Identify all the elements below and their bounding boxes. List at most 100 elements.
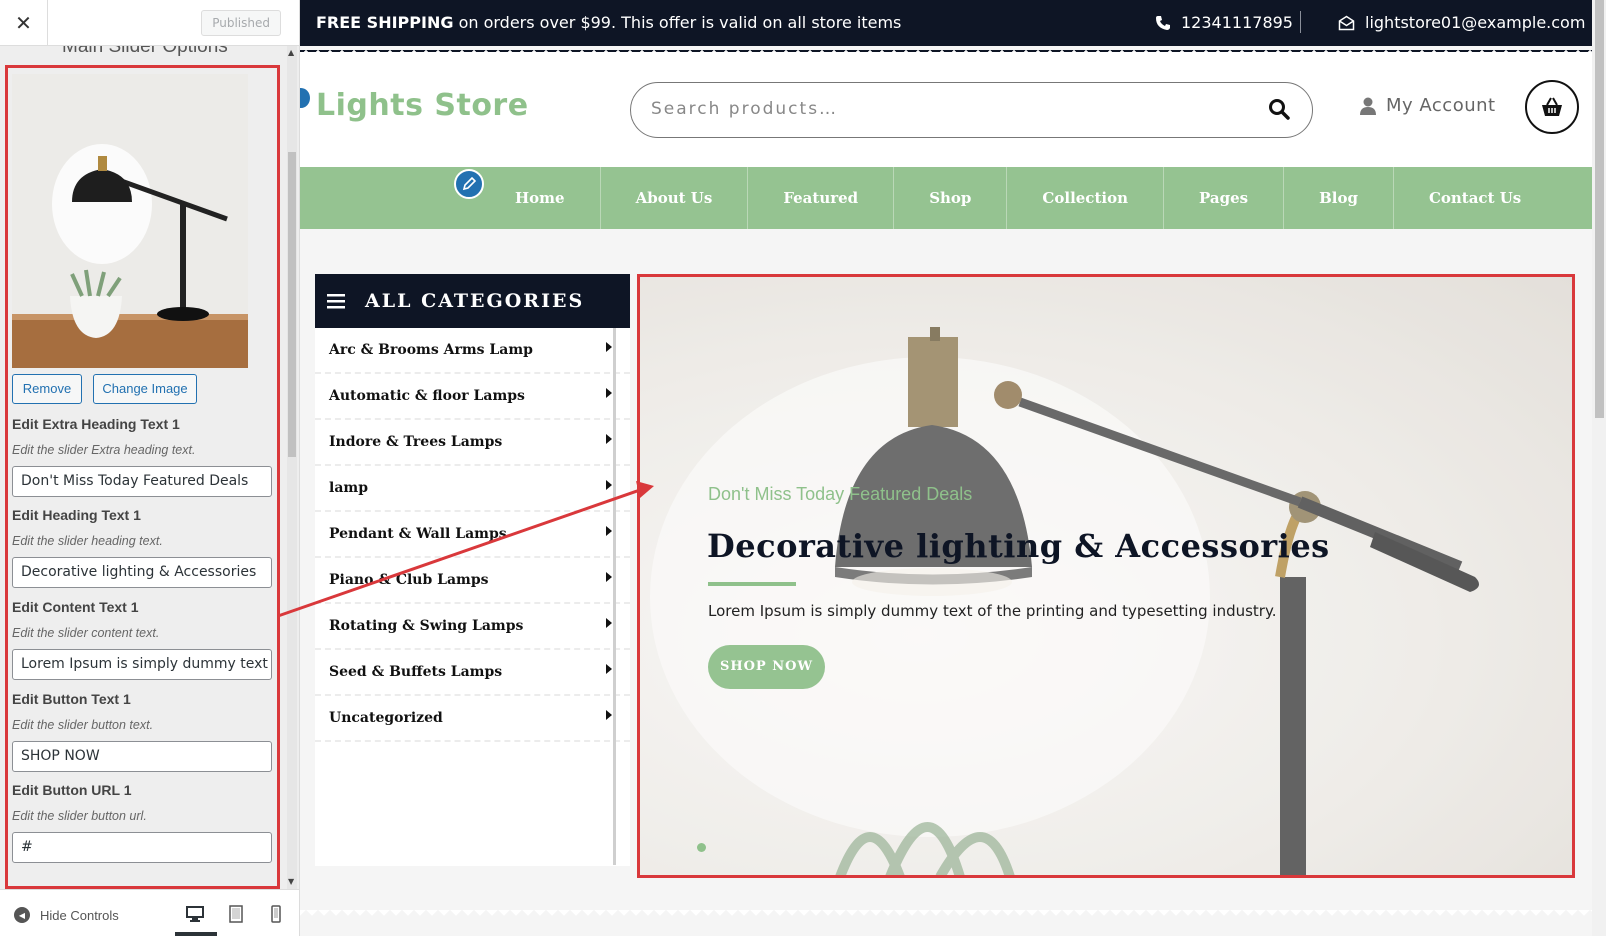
field-description: Edit the slider button text. (12, 718, 154, 732)
category-label: Indore & Trees Lamps (329, 434, 503, 450)
caret-right-icon (606, 342, 612, 352)
field-label: Edit Heading Text 1 (12, 507, 141, 523)
my-account-link[interactable]: My Account (1360, 95, 1496, 116)
hide-controls-label: Hide Controls (40, 907, 119, 923)
field-description: Edit the slider content text. (12, 626, 160, 640)
hamburger-icon (327, 294, 345, 309)
basket-icon (1542, 97, 1562, 116)
nav-item-shop[interactable]: Shop (894, 167, 1008, 229)
customizer-body: Main Slider Options Remove Change Image … (0, 46, 300, 889)
divider (1300, 11, 1301, 33)
category-label: Rotating & Swing Lamps (329, 618, 524, 634)
main-slider: Don't Miss Today Featured Deals Decorati… (637, 274, 1575, 878)
site-preview: FREE SHIPPING on orders over $99. This o… (300, 0, 1592, 936)
slider-background-image (640, 277, 1572, 875)
field-label: Edit Content Text 1 (12, 599, 139, 615)
scroll-up-icon[interactable]: ▲ (288, 48, 294, 57)
nav-item-collection[interactable]: Collection (1007, 167, 1164, 229)
category-item[interactable]: Piano & Club Lamps (315, 558, 630, 604)
caret-right-icon (606, 526, 612, 536)
button-text-input[interactable]: SHOP NOW (12, 741, 272, 772)
main-navigation: Home About Us Featured Shop Collection P… (300, 167, 1592, 229)
field-label: Edit Button URL 1 (12, 782, 132, 798)
category-label: Automatic & floor Lamps (329, 388, 525, 404)
shipping-text: on orders over $99. This offer is valid … (453, 13, 902, 32)
phone-contact[interactable]: 12341117895 (1155, 13, 1293, 32)
email-contact[interactable]: lightstore01@example.com (1338, 13, 1585, 32)
category-header[interactable]: ALL CATEGORIES (315, 274, 630, 328)
hide-controls-button[interactable]: ◀ Hide Controls (14, 907, 119, 923)
search-icon[interactable] (1268, 98, 1290, 120)
caret-right-icon (606, 572, 612, 582)
category-item[interactable]: Pendant & Wall Lamps (315, 512, 630, 558)
category-label: lamp (329, 480, 368, 496)
edit-shortcut-icon[interactable] (300, 86, 312, 110)
category-item[interactable]: Arc & Brooms Arms Lamp (315, 328, 630, 374)
edit-shortcut-icon[interactable] (454, 169, 484, 199)
category-item[interactable]: Automatic & floor Lamps (315, 374, 630, 420)
caret-right-icon (606, 664, 612, 674)
nav-item-featured[interactable]: Featured (748, 167, 895, 229)
heading-underline (708, 582, 796, 586)
search-input[interactable]: Search products… (651, 99, 838, 119)
customizer-footer: ◀ Hide Controls (0, 889, 299, 936)
slider-image-preview[interactable] (12, 74, 248, 368)
content-input[interactable]: Lorem Ipsum is simply dummy text of the … (12, 649, 272, 680)
button-url-input[interactable]: # (12, 832, 272, 863)
nav-item-pages[interactable]: Pages (1164, 167, 1285, 229)
field-extra-heading: Edit Extra Heading Text 1 Edit the slide… (12, 414, 272, 497)
desktop-preview-icon[interactable] (185, 902, 205, 926)
caret-right-icon (606, 710, 612, 720)
scroll-down-icon[interactable]: ▼ (288, 877, 294, 886)
nav-menu: Home About Us Featured Shop Collection P… (480, 167, 1556, 229)
category-item[interactable]: Seed & Buffets Lamps (315, 650, 630, 696)
cart-button[interactable] (1525, 80, 1579, 134)
category-item[interactable]: Uncategorized (315, 696, 630, 742)
field-heading: Edit Heading Text 1 Edit the slider head… (12, 505, 272, 588)
field-label: Edit Button Text 1 (12, 691, 131, 707)
remove-image-button[interactable]: Remove (12, 374, 82, 404)
category-item[interactable]: Indore & Trees Lamps (315, 420, 630, 466)
active-device-indicator (175, 932, 217, 936)
category-label: Seed & Buffets Lamps (329, 664, 503, 680)
slider-pagination-dot[interactable] (697, 843, 706, 852)
category-item[interactable]: lamp (315, 466, 630, 512)
publish-button[interactable]: Published (201, 10, 281, 36)
zigzag-border (300, 44, 1592, 52)
category-label: Piano & Club Lamps (329, 572, 489, 588)
collapse-icon: ◀ (14, 907, 30, 923)
change-image-button[interactable]: Change Image (93, 374, 197, 404)
close-icon[interactable]: ✕ (0, 0, 48, 46)
field-description: Edit the slider button url. (12, 809, 147, 823)
category-item[interactable]: Rotating & Swing Lamps (315, 604, 630, 650)
mobile-preview-icon[interactable] (266, 902, 286, 926)
nav-item-blog[interactable]: Blog (1284, 167, 1394, 229)
caret-right-icon (606, 388, 612, 398)
nav-item-about[interactable]: About Us (601, 167, 749, 229)
site-logo[interactable]: Lights Store (316, 88, 529, 123)
shipping-bold: FREE SHIPPING (316, 13, 454, 32)
email-address: lightstore01@example.com (1365, 13, 1586, 32)
extra-heading-input[interactable]: Don't Miss Today Featured Deals (12, 466, 272, 497)
site-header: Lights Store Search products… My Account (300, 52, 1592, 167)
shop-now-button[interactable]: SHOP NOW (708, 645, 825, 689)
field-button-text: Edit Button Text 1 Edit the slider butto… (12, 689, 272, 772)
category-label: Uncategorized (329, 710, 443, 726)
tablet-preview-icon[interactable] (226, 902, 246, 926)
heading-input[interactable]: Decorative lighting & Accessories (12, 557, 272, 588)
phone-icon (1156, 15, 1170, 30)
customizer-scroll-thumb[interactable] (288, 152, 296, 457)
preview-scroll-thumb[interactable] (1595, 0, 1604, 418)
slider-extra-heading: Don't Miss Today Featured Deals (708, 484, 973, 504)
user-icon (1360, 97, 1376, 115)
customizer-header: ✕ Published (0, 0, 299, 46)
envelope-icon (1338, 15, 1355, 30)
search-bar[interactable]: Search products… (630, 82, 1313, 138)
category-menu: ALL CATEGORIES Arc & Brooms Arms Lamp Au… (315, 274, 630, 866)
nav-item-contact[interactable]: Contact Us (1394, 167, 1556, 229)
nav-item-home[interactable]: Home (480, 167, 601, 229)
field-description: Edit the slider heading text. (12, 534, 163, 548)
zigzag-border (300, 910, 1592, 918)
shipping-message: FREE SHIPPING on orders over $99. This o… (316, 13, 901, 32)
phone-number: 12341117895 (1181, 13, 1293, 32)
